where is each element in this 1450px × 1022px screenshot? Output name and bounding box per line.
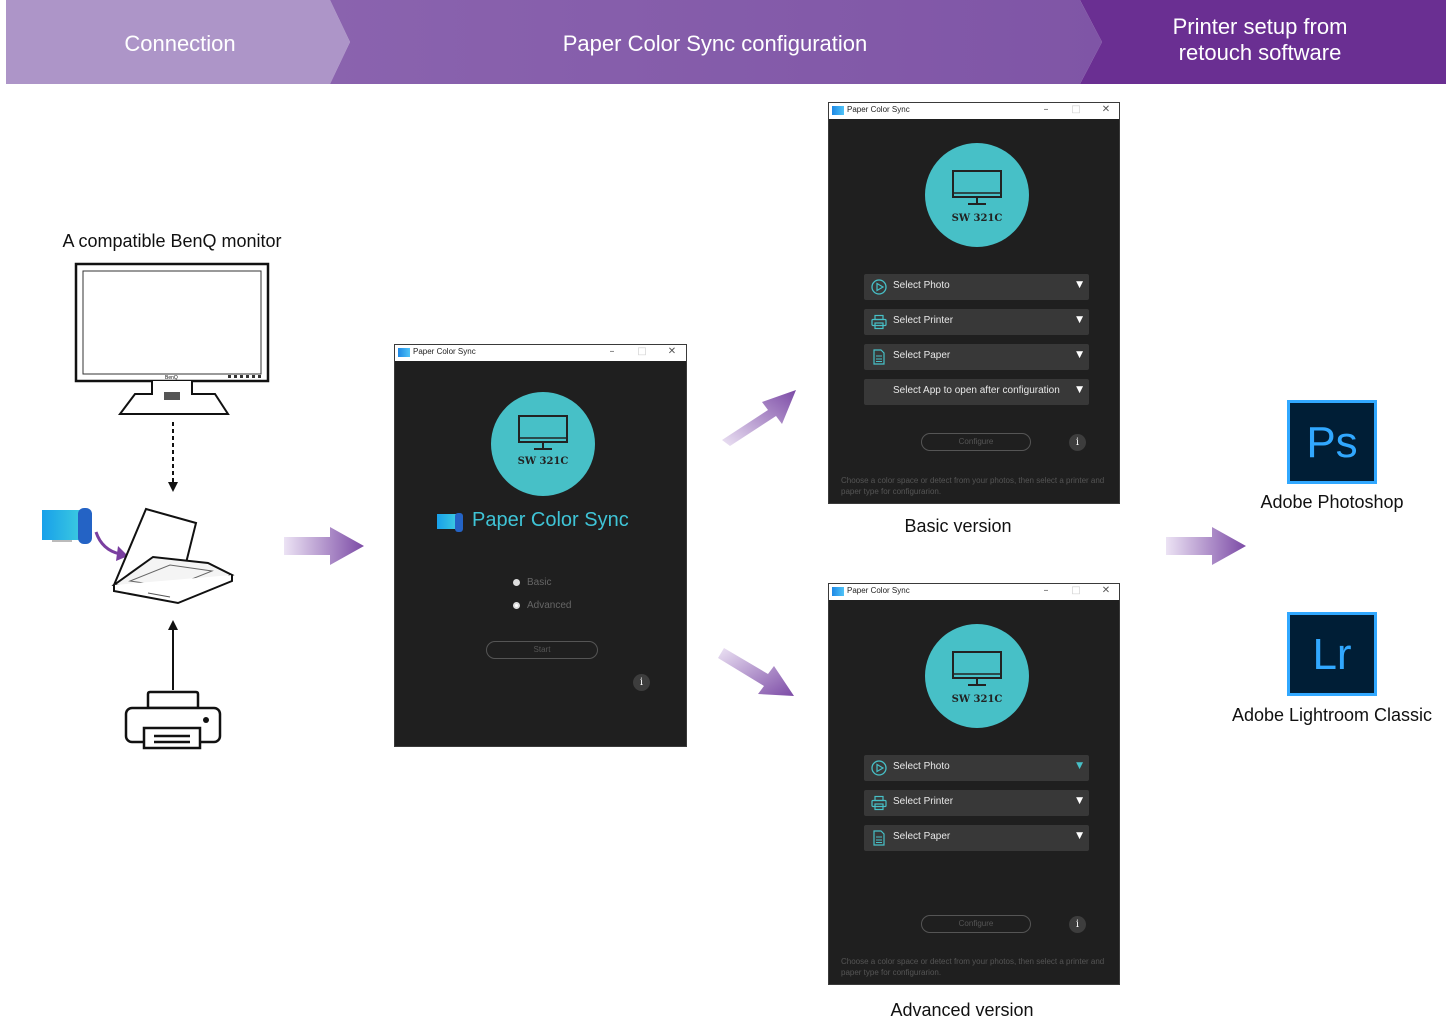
chevron-down-icon: ▼: [1076, 350, 1083, 360]
printer-icon: [871, 314, 887, 330]
select-photo-dropdown[interactable]: Select Photo ▼: [864, 755, 1089, 781]
configuration-hint: Choose a color space or detect from your…: [841, 957, 1105, 977]
minimize-icon[interactable]: –: [605, 346, 619, 357]
monitor-badge: SW 321C: [925, 624, 1029, 728]
minimize-icon[interactable]: –: [1039, 585, 1053, 596]
app-icon: [832, 587, 844, 596]
basic-version-caption: Basic version: [904, 516, 1012, 536]
lightroom-icon: Lr: [1287, 612, 1377, 696]
close-icon[interactable]: ✕: [665, 346, 679, 357]
configuration-hint: Choose a color space or detect from your…: [841, 476, 1105, 496]
monitor-badge: SW 321C: [925, 143, 1029, 247]
configure-button[interactable]: Configure: [921, 915, 1031, 933]
chevron-down-icon: ▼: [1076, 315, 1083, 325]
printer-icon: [871, 795, 887, 811]
select-printer-label: Select Printer: [893, 796, 954, 807]
close-icon[interactable]: ✕: [1099, 104, 1113, 115]
monitor-brand: BenQ: [165, 375, 178, 381]
app-icon: [832, 106, 844, 115]
maximize-icon[interactable]: □: [1069, 585, 1083, 596]
monitor-badge: SW 321C: [491, 392, 595, 496]
close-icon[interactable]: ✕: [1099, 585, 1113, 596]
select-photo-label: Select Photo: [893, 761, 950, 772]
chevron-down-icon: ▼: [1076, 385, 1083, 395]
paper-icon: [873, 349, 885, 365]
app-logo-icon: [437, 513, 465, 533]
paper-icon: [873, 830, 885, 846]
advanced-titlebar: Paper Color Sync – □ ✕: [829, 584, 1119, 600]
basic-window-title: Paper Color Sync: [847, 105, 910, 114]
laptop-illustration: [111, 507, 235, 605]
advanced-window-title: Paper Color Sync: [847, 586, 910, 595]
step-connection-label: Connection: [124, 31, 236, 56]
connection-arrow-down: [168, 422, 178, 492]
select-paper-label: Select Paper: [893, 350, 951, 361]
basic-titlebar: Paper Color Sync – □ ✕: [829, 103, 1119, 119]
chevron-down-icon: ▼: [1076, 280, 1083, 290]
flow-arrow-to-basic: [722, 390, 796, 446]
select-paper-dropdown[interactable]: Select Paper ▼: [864, 344, 1089, 370]
configure-button[interactable]: Configure: [921, 433, 1031, 451]
monitor-illustration: BenQ: [74, 262, 270, 415]
launcher-window-title: Paper Color Sync: [413, 347, 476, 356]
maximize-icon[interactable]: □: [635, 346, 649, 357]
radio-advanced[interactable]: [513, 602, 520, 609]
select-photo-label: Select Photo: [893, 280, 950, 291]
monitor-model: SW 321C: [951, 694, 1003, 705]
app-icon: [398, 348, 410, 357]
monitor-model: SW 321C: [951, 213, 1003, 224]
launcher-window: Paper Color Sync – □ ✕ SW 321C Paper Col…: [394, 344, 687, 747]
step-printer-setup-line2: retouch software: [1178, 40, 1342, 65]
photoshop-caption: Adobe Photoshop: [1260, 492, 1404, 512]
monitor-model: SW 321C: [517, 456, 569, 467]
start-button[interactable]: Start: [486, 641, 598, 659]
select-photo-dropdown[interactable]: Select Photo ▼: [864, 274, 1089, 300]
chevron-down-icon: ▼: [1076, 831, 1083, 841]
launcher-titlebar: Paper Color Sync – □ ✕: [395, 345, 686, 361]
radio-basic[interactable]: [513, 579, 520, 586]
monitor-caption: A compatible BenQ monitor: [62, 231, 282, 251]
step-printer-setup-label: Printer setup from retouch software: [1120, 14, 1400, 66]
flow-arrow-to-launcher: [284, 527, 364, 565]
select-app-dropdown[interactable]: Select App to open after configuration ▼: [864, 379, 1089, 405]
option-advanced-label: Advanced: [527, 600, 572, 611]
monitor-icon: [952, 170, 1002, 205]
advanced-window: Paper Color Sync – □ ✕ SW 321C Select Ph…: [828, 583, 1120, 985]
select-app-label: Select App to open after configuration: [893, 385, 1060, 396]
monitor-icon: [952, 651, 1002, 686]
printer-illustration: [124, 690, 222, 750]
app-name: Paper Color Sync: [472, 509, 629, 531]
minimize-icon[interactable]: –: [1039, 104, 1053, 115]
option-basic-label: Basic: [527, 577, 552, 588]
select-paper-dropdown[interactable]: Select Paper ▼: [864, 825, 1089, 851]
info-icon[interactable]: i: [1069, 916, 1086, 933]
flow-arrow-to-software: [1166, 527, 1246, 565]
advanced-version-caption: Advanced version: [890, 1000, 1034, 1020]
maximize-icon[interactable]: □: [1069, 104, 1083, 115]
photo-icon: [871, 760, 887, 776]
info-icon[interactable]: i: [633, 674, 650, 691]
step-printer-setup-line1: Printer setup from: [1172, 14, 1348, 39]
select-printer-label: Select Printer: [893, 315, 954, 326]
chevron-down-icon: ▼: [1076, 796, 1083, 806]
step-configuration-label: Paper Color Sync configuration: [562, 31, 868, 56]
select-printer-dropdown[interactable]: Select Printer ▼: [864, 309, 1089, 335]
select-paper-label: Select Paper: [893, 831, 951, 842]
lightroom-caption: Adobe Lightroom Classic: [1231, 705, 1433, 725]
paper-sync-app-icon: [42, 508, 94, 548]
flow-arrow-to-advanced: [718, 648, 794, 696]
chevron-down-icon: ▼: [1076, 761, 1083, 771]
photoshop-icon: Ps: [1287, 400, 1377, 484]
connection-arrow-up: [168, 620, 178, 690]
basic-window: Paper Color Sync – □ ✕ SW 321C Select Ph…: [828, 102, 1120, 504]
select-printer-dropdown[interactable]: Select Printer ▼: [864, 790, 1089, 816]
info-icon[interactable]: i: [1069, 434, 1086, 451]
monitor-icon: [518, 415, 568, 450]
photo-icon: [871, 279, 887, 295]
